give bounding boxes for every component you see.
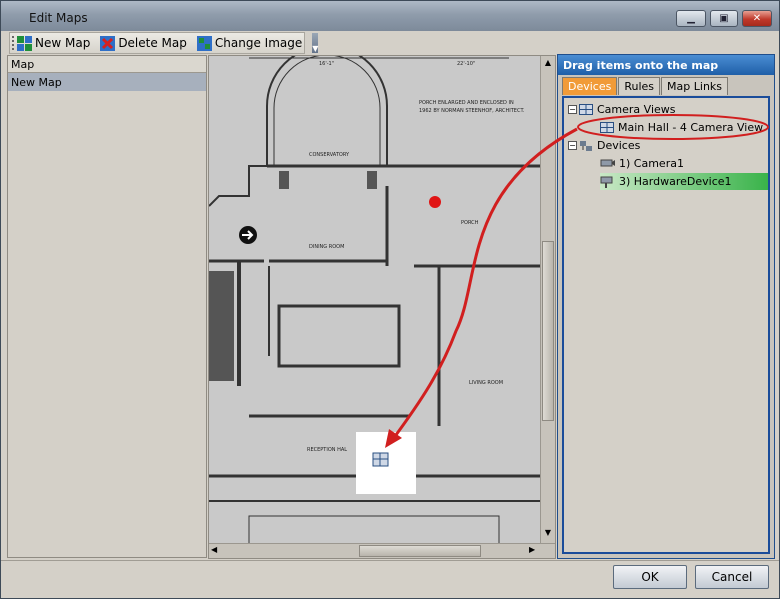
scroll-up-icon[interactable]: ▲ <box>542 58 554 70</box>
maximize-button[interactable]: ▣ <box>710 10 738 27</box>
dialog-footer: OK Cancel <box>1 560 779 598</box>
delete-map-label: Delete Map <box>118 36 187 50</box>
floor-plan-image: CONSERVATORY DINING ROOM LIVING ROOM REC… <box>209 56 542 546</box>
vertical-scroll-thumb[interactable] <box>542 241 554 421</box>
tree-node-camera-views[interactable]: − Camera Views <box>568 101 676 118</box>
map-dimension-2: 22'-10" <box>457 61 475 67</box>
map-note-line1: PORCH ENLARGED AND ENCLOSED IN <box>419 100 514 106</box>
scroll-left-icon[interactable]: ◀ <box>211 545 223 557</box>
new-map-button[interactable]: New Map <box>17 35 91 51</box>
edit-maps-window: Edit Maps ▁ ▣ ✕ New Map Delete Map Chang… <box>0 0 780 599</box>
tree-item-main-hall-view[interactable]: Main Hall - 4 Camera View <box>600 119 763 136</box>
window-title: Edit Maps <box>29 11 88 25</box>
camera-icon <box>600 159 615 166</box>
camera-views-label: Camera Views <box>597 103 676 116</box>
map-note-line2: 1962 BY NORMAN STEENHOF, ARCHITECT. <box>419 108 525 114</box>
collapse-icon[interactable]: − <box>568 141 577 150</box>
tab-map-links[interactable]: Map Links <box>661 77 729 95</box>
map-canvas[interactable]: CONSERVATORY DINING ROOM LIVING ROOM REC… <box>208 55 556 559</box>
camera1-label: 1) Camera1 <box>619 157 684 170</box>
map-label-living-room: LIVING ROOM <box>469 380 503 386</box>
change-image-button[interactable]: Change Image <box>196 35 303 51</box>
minimize-button[interactable]: ▁ <box>676 10 706 27</box>
map-list-header: Map <box>8 56 206 73</box>
tree-node-devices[interactable]: − Devices <box>568 137 640 154</box>
collapse-icon[interactable]: − <box>568 105 577 114</box>
ok-button[interactable]: OK <box>613 565 687 589</box>
devices-label: Devices <box>597 139 641 152</box>
camera-views-folder-icon <box>579 104 593 115</box>
change-image-icon <box>196 35 212 51</box>
map-dimension-1: 16'-1" <box>319 61 334 67</box>
red-marker-icon[interactable] <box>429 196 441 208</box>
horizontal-scroll-thumb[interactable] <box>359 545 481 557</box>
devices-panel: Drag items onto the map Devices Rules Ma… <box>557 54 775 559</box>
title-bar: Edit Maps ▁ ▣ ✕ <box>1 1 779 31</box>
map-label-conservatory: CONSERVATORY <box>309 152 350 158</box>
map-label-dining-room: DINING ROOM <box>309 244 344 250</box>
devices-folder-icon <box>580 140 592 151</box>
camera-view-icon <box>600 122 614 133</box>
toolbar-grip[interactable] <box>12 36 14 50</box>
chevron-down-icon: ▼ <box>312 44 319 53</box>
main-hall-view-label: Main Hall - 4 Camera View <box>618 121 764 134</box>
tab-devices[interactable]: Devices <box>562 77 618 95</box>
close-button[interactable]: ✕ <box>742 10 772 27</box>
tree-item-camera1[interactable]: 1) Camera1 <box>600 155 684 172</box>
cancel-button[interactable]: Cancel <box>695 565 769 589</box>
change-image-label: Change Image <box>214 36 303 50</box>
map-label-porch: PORCH <box>461 220 479 226</box>
toolbar-overflow-button[interactable]: ▼ <box>312 33 319 53</box>
new-map-icon <box>17 35 32 51</box>
hardware-device1-label: 3) HardwareDevice1 <box>619 175 732 188</box>
map-list-item[interactable]: New Map <box>8 73 206 91</box>
map-horizontal-scrollbar[interactable]: ◀ ▶ <box>209 543 555 558</box>
scroll-down-icon[interactable]: ▼ <box>542 528 554 540</box>
devices-panel-header: Drag items onto the map <box>558 55 774 75</box>
delete-map-button[interactable]: Delete Map <box>100 35 187 51</box>
hardware-device-icon <box>600 176 613 188</box>
minimize-icon: ▁ <box>687 13 695 24</box>
maximize-icon: ▣ <box>719 13 729 24</box>
devices-panel-tabs: Devices Rules Map Links <box>562 77 729 95</box>
delete-map-icon <box>100 35 116 51</box>
toolbar: New Map Delete Map Change Image ▼ <box>9 32 319 54</box>
scroll-right-icon[interactable]: ▶ <box>529 545 541 557</box>
close-icon: ✕ <box>752 13 762 24</box>
map-vertical-scrollbar[interactable]: ▲ ▼ <box>540 56 555 544</box>
new-map-label: New Map <box>35 36 91 50</box>
tree-item-hardware-device1[interactable]: 3) HardwareDevice1 <box>600 173 768 190</box>
map-label-reception: RECEPTION HAL <box>307 447 347 453</box>
map-list-panel: Map New Map <box>7 55 207 558</box>
tab-rules[interactable]: Rules <box>618 77 661 95</box>
camera-view-map-icon[interactable] <box>372 452 389 467</box>
device-tree: − Camera Views Main Hall - 4 Camera View… <box>562 96 770 554</box>
